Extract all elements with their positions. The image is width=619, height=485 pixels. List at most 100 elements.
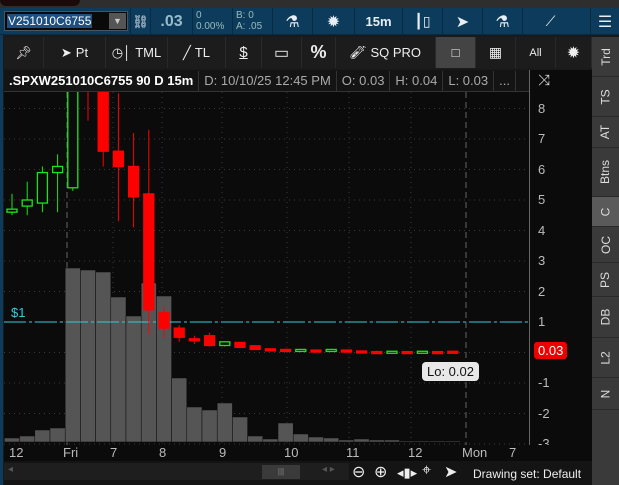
chart-toolbar: V251010C6755 ▼ ⛓ .03 0 0.00% B: 0 A: .05 ⚗ … [0, 8, 619, 35]
side-tab-ts[interactable]: TS [592, 77, 619, 117]
gear-icon[interactable]: ✹ [312, 8, 354, 35]
test-tubes-icon: 🧪︎ [349, 44, 367, 60]
all-button[interactable]: All [516, 37, 556, 68]
side-tab-label: L2 [598, 350, 613, 365]
side-tab-label: C [598, 207, 613, 216]
tml-tool-button[interactable]: ◷│ TML [106, 37, 168, 68]
side-tab-l2[interactable]: L2 [592, 338, 619, 378]
price-tick-label: 5 [538, 192, 546, 207]
point-tool-button[interactable]: ➤ Pt [44, 37, 106, 68]
side-tab-label: Btns [598, 159, 613, 185]
volume-bar [368, 439, 385, 443]
studies-flask-icon[interactable]: ⚗ [482, 8, 522, 35]
drawing-set-selector[interactable]: Drawing set: Default [473, 467, 581, 481]
bid: B: 0 [236, 10, 254, 21]
time-tick-label: 12 [408, 445, 423, 460]
side-tab-label: N [598, 389, 613, 398]
menu-list-icon[interactable]: ☰ [590, 8, 619, 35]
volume-bar [262, 438, 279, 443]
volume-bar [80, 269, 96, 443]
side-tabs: Trd TS AT Btns C OC PS DB L2 N [592, 37, 619, 485]
scroll-prev-icon[interactable]: ◂ ▸ [322, 464, 335, 475]
volume-bar [232, 416, 248, 443]
time-axis[interactable]: 12 Fri 7 8 9 10 11 12 Mon 7 [4, 445, 592, 461]
chart-title: .SPXW251010C6755 90 D 15m [4, 70, 200, 91]
side-tab-n[interactable]: N [592, 378, 619, 410]
time-tick-label: 7 [110, 445, 118, 460]
volume-bar [216, 402, 233, 443]
candle-body [355, 350, 368, 354]
side-tab-db[interactable]: DB [592, 297, 619, 338]
side-tab-at[interactable]: AT [592, 117, 619, 148]
top-widget [0, 0, 80, 6]
volume-bar [110, 296, 127, 443]
cursor-icon[interactable]: ➤ [442, 8, 482, 35]
crosshair-icon[interactable]: ⌖ [422, 462, 431, 480]
trendline-tool-button[interactable]: ╱ TL [168, 37, 226, 68]
last-price-badge: 0.03 [534, 342, 568, 359]
volume-bar [171, 377, 188, 443]
chevron-down-icon[interactable]: ▼ [109, 13, 126, 29]
scroll-thumb[interactable]: ||| [262, 465, 300, 479]
more-info[interactable]: ... [494, 70, 516, 91]
volume-bar [49, 427, 66, 443]
volume-bar [292, 433, 309, 443]
symbol-input[interactable]: V251010C6755 ▼ [4, 11, 128, 31]
candle-body [401, 350, 413, 355]
price-line-label: $1 [11, 305, 26, 320]
clock-icon: ◷│ [111, 44, 132, 60]
price-level-button[interactable]: $ [226, 37, 262, 68]
volume-bar [429, 440, 446, 443]
tml-label: TML [135, 45, 162, 60]
pointer-icon[interactable]: ➤ [444, 462, 457, 482]
net-change: 0 [196, 10, 202, 21]
percent-button[interactable]: % [302, 37, 336, 68]
volume-bar [444, 440, 461, 443]
candle-style-icon[interactable]: ┃▯ [402, 8, 442, 35]
grid-layout-icon[interactable]: ▦ [476, 37, 516, 68]
bar-date: D: 10/10/25 12:45 PM [199, 70, 337, 91]
side-tab-ps[interactable]: PS [592, 263, 619, 297]
side-tab-btns[interactable]: Btns [592, 148, 619, 197]
side-tab-oc[interactable]: OC [592, 227, 619, 263]
side-tab-c[interactable]: C [592, 197, 619, 227]
flask-icon[interactable]: ⚗ [272, 8, 312, 35]
candle-body [386, 350, 398, 354]
chart-header: .SPXW251010C6755 90 D 15m D: 10/10/25 12… [4, 70, 529, 92]
pan-icon[interactable]: ◂▮▸ [397, 465, 417, 481]
settings-gear-icon[interactable]: ✹ [556, 37, 592, 68]
side-tab-label: OC [598, 235, 613, 254]
volume-bar [186, 406, 203, 443]
zoom-in-icon[interactable]: ⊕ [374, 462, 387, 482]
pin-icon[interactable]: 📌︎ [4, 37, 44, 68]
drawings-icon[interactable]: ⟋ [522, 8, 578, 35]
volume-bar [125, 315, 142, 443]
scroll-left-icon[interactable]: ◂ [8, 464, 13, 475]
price-tick-label: 1 [538, 314, 546, 329]
percent-change: 0.00% [196, 21, 225, 32]
auto-fit-icon[interactable]: ⤨ [538, 72, 550, 89]
side-tab-trd[interactable]: Trd [592, 37, 619, 77]
volume-bar [308, 436, 324, 443]
zoom-out-icon[interactable]: ⊖ [352, 462, 365, 482]
rectangle-icon[interactable]: ▭ [262, 37, 302, 68]
candle-body [416, 350, 429, 354]
side-tab-label: TS [598, 88, 613, 105]
side-tab-label: PS [598, 271, 613, 288]
price-chart[interactable] [4, 41, 529, 445]
time-tick-label: Mon [462, 445, 488, 460]
timeframe-button[interactable]: 15m [354, 8, 402, 35]
candle-body [249, 345, 261, 351]
price-axis[interactable]: ⤨ 876543210-1-2-3 [529, 70, 592, 451]
volume-bar [353, 438, 370, 443]
window-top-strip [0, 0, 619, 8]
single-layout-button[interactable]: □ [436, 37, 476, 68]
candle-body [295, 348, 307, 353]
volume-bar [4, 437, 20, 443]
sq-pro-button[interactable]: 🧪︎ SQ PRO [336, 37, 436, 68]
volume-bar [414, 440, 431, 443]
link-icon[interactable]: ⛓ [130, 8, 150, 35]
sq-pro-label: SQ PRO [370, 45, 422, 60]
drawing-toolbar: 📌︎ ➤ Pt ◷│ TML ╱ TL $ ▭ % 🧪︎ SQ PRO □ ▦ [4, 37, 516, 68]
side-tab-label: Trd [598, 47, 613, 66]
